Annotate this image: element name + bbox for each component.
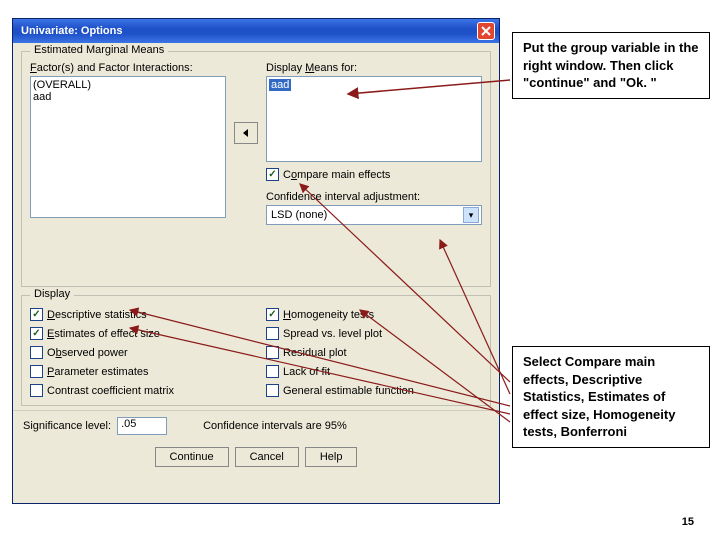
- cb-observed-power[interactable]: Observed power: [30, 346, 246, 359]
- cb-spread-level[interactable]: Spread vs. level plot: [266, 327, 482, 340]
- checkbox[interactable]: [266, 346, 279, 359]
- group-estimated-marginal-means: Estimated Marginal Means Factor(s) and F…: [21, 51, 491, 287]
- display-legend: Display: [30, 288, 74, 300]
- cb-general-estimable[interactable]: General estimable function: [266, 384, 482, 397]
- group-display: Display Descriptive statistics Homogenei…: [21, 295, 491, 406]
- compare-main-effects-row[interactable]: Compare main effects: [266, 168, 482, 181]
- cb-descriptive[interactable]: Descriptive statistics: [30, 308, 246, 321]
- ci-text: Confidence intervals are 95%: [203, 420, 347, 432]
- chevron-down-icon[interactable]: ▾: [463, 207, 479, 223]
- cb-homogeneity[interactable]: Homogeneity tests: [266, 308, 482, 321]
- sig-level-field[interactable]: .05: [117, 417, 167, 435]
- title-text: Univariate: Options: [21, 25, 122, 37]
- page-number: 15: [682, 516, 694, 528]
- ci-adjustment-value: LSD (none): [271, 209, 327, 221]
- compare-main-effects-label: Compare main effects: [283, 169, 390, 181]
- triangle-left-icon: [241, 128, 251, 138]
- checkbox[interactable]: [30, 365, 43, 378]
- annotation-top: Put the group variable in the right wind…: [512, 32, 710, 99]
- move-column: [232, 62, 260, 278]
- ci-adjustment-combo[interactable]: LSD (none) ▾: [266, 205, 482, 225]
- list-item[interactable]: (OVERALL): [33, 79, 223, 91]
- means-label: Display Means for:: [266, 62, 482, 74]
- dialog-univariate-options: Univariate: Options Estimated Marginal M…: [12, 18, 500, 504]
- list-item[interactable]: aad: [269, 79, 291, 91]
- checkbox[interactable]: [30, 327, 43, 340]
- factors-listbox[interactable]: (OVERALL) aad: [30, 76, 226, 218]
- cb-residual[interactable]: Residual plot: [266, 346, 482, 359]
- means-listbox[interactable]: aad: [266, 76, 482, 162]
- checkbox[interactable]: [30, 384, 43, 397]
- cb-contrast-matrix[interactable]: Contrast coefficient matrix: [30, 384, 246, 397]
- annotation-bottom: Select Compare main effects, Descriptive…: [512, 346, 710, 448]
- button-bar: Continue Cancel Help: [13, 441, 499, 473]
- continue-button[interactable]: Continue: [155, 447, 229, 467]
- sig-level-label: Significance level:: [23, 420, 111, 432]
- checkbox[interactable]: [266, 327, 279, 340]
- cb-lack-of-fit[interactable]: Lack of fit: [266, 365, 482, 378]
- checkbox[interactable]: [266, 308, 279, 321]
- checkbox[interactable]: [266, 384, 279, 397]
- emm-legend: Estimated Marginal Means: [30, 44, 168, 56]
- move-left-button[interactable]: [234, 122, 258, 144]
- factors-column: Factor(s) and Factor Interactions: (OVER…: [30, 62, 226, 278]
- help-button[interactable]: Help: [305, 447, 358, 467]
- checkbox[interactable]: [266, 365, 279, 378]
- list-item[interactable]: aad: [33, 91, 223, 103]
- bottom-row: Significance level: .05 Confidence inter…: [13, 410, 499, 441]
- cancel-button[interactable]: Cancel: [235, 447, 299, 467]
- checkbox[interactable]: [30, 346, 43, 359]
- titlebar[interactable]: Univariate: Options: [13, 19, 499, 43]
- close-icon[interactable]: [477, 22, 495, 40]
- cb-effect-size[interactable]: Estimates of effect size: [30, 327, 246, 340]
- checkbox[interactable]: [30, 308, 43, 321]
- ci-adjustment-label: Confidence interval adjustment:: [266, 191, 482, 203]
- factors-label: Factor(s) and Factor Interactions:: [30, 62, 226, 74]
- compare-main-effects-checkbox[interactable]: [266, 168, 279, 181]
- means-column: Display Means for: aad Compare main effe…: [266, 62, 482, 278]
- cb-parameter-est[interactable]: Parameter estimates: [30, 365, 246, 378]
